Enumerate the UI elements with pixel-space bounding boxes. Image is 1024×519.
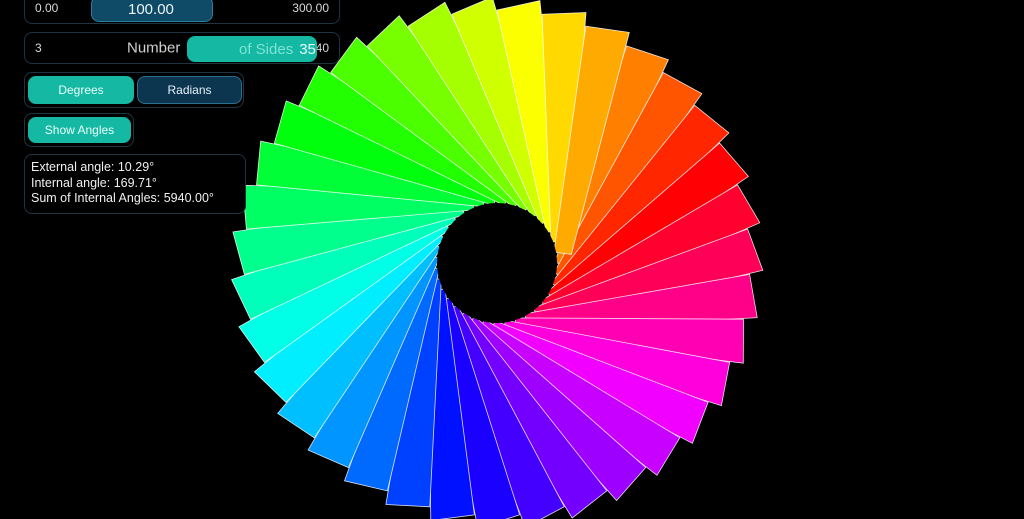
sides-slider-max: 40 — [315, 41, 329, 55]
external-angle-text: External angle: 10.29° — [31, 160, 155, 174]
angle-info-box: External angle: 10.29° Internal angle: 1… — [24, 154, 246, 214]
show-angles-group: Show Angles — [24, 113, 134, 147]
sum-internal-angles-text: Sum of Internal Angles: 5940.00° — [31, 191, 214, 205]
app-canvas: 0.00 ize 100.00 300.00 3 Number of Sides… — [0, 0, 1024, 519]
degrees-button[interactable]: Degrees — [28, 76, 134, 104]
sides-slider-thumb[interactable]: of Sides 35 — [187, 36, 317, 62]
show-angles-button[interactable]: Show Angles — [28, 117, 131, 143]
size-slider-thumb[interactable]: 100.00 — [91, 0, 213, 22]
sides-slider-min: 3 — [35, 41, 42, 55]
radians-button[interactable]: Radians — [137, 76, 242, 104]
sides-slider-label-overlap: of Sides — [239, 40, 294, 58]
sides-slider-label: Number — [127, 39, 181, 57]
size-slider-value: 100.00 — [128, 0, 174, 18]
size-slider-min: 0.00 — [35, 1, 59, 15]
size-slider[interactable]: 0.00 ize 100.00 300.00 — [24, 0, 340, 24]
internal-angle-text: Internal angle: 169.71° — [31, 175, 157, 190]
sides-slider[interactable]: 3 Number of Sides 35 40 — [24, 32, 340, 64]
sides-slider-value: 35 — [299, 40, 316, 58]
size-slider-max: 300.00 — [292, 1, 329, 15]
spiral-center-hole — [437, 203, 557, 323]
angle-unit-toggle: Degrees Radians — [24, 72, 244, 108]
